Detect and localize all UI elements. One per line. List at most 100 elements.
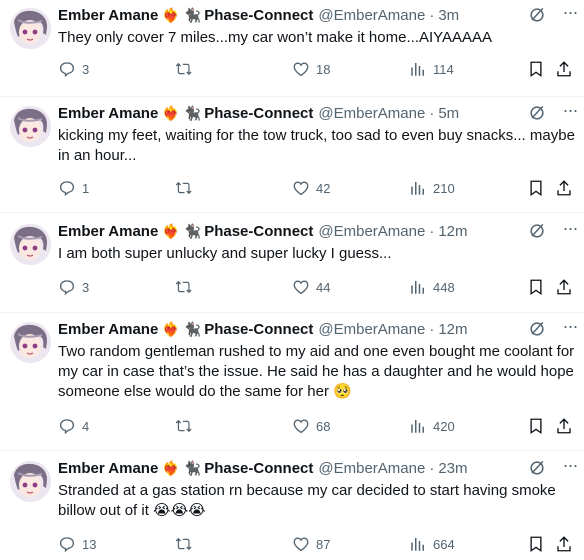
retweet-button[interactable] bbox=[175, 278, 193, 296]
heart-on-fire-icon: ❤️‍🔥 bbox=[162, 105, 180, 121]
bookmark-button[interactable] bbox=[527, 278, 545, 296]
bookmark-button[interactable] bbox=[527, 417, 545, 435]
like-button[interactable]: 68 bbox=[292, 417, 330, 435]
timestamp[interactable]: 5m bbox=[438, 105, 459, 122]
tweet-actions: 4 68 420 bbox=[0, 417, 584, 437]
display-name[interactable]: Ember Amane bbox=[58, 105, 158, 122]
affiliation[interactable]: Phase-Connect bbox=[204, 460, 313, 477]
user-handle[interactable]: @EmberAmane bbox=[318, 7, 425, 24]
views-button[interactable]: 664 bbox=[409, 535, 455, 553]
user-handle[interactable]: @EmberAmane bbox=[318, 321, 425, 338]
tweet[interactable]: Ember Amane ❤️‍🔥 🐈‍⬛ Phase-Connect @EmberAma… bbox=[0, 456, 584, 557]
like-button[interactable]: 18 bbox=[292, 60, 330, 78]
affiliation[interactable]: Phase-Connect bbox=[204, 7, 313, 24]
bookmark-icon bbox=[527, 417, 545, 435]
reply-button[interactable]: 3 bbox=[58, 278, 89, 296]
views-count: 420 bbox=[433, 418, 455, 434]
views-button[interactable]: 448 bbox=[409, 278, 455, 296]
user-handle[interactable]: @EmberAmane bbox=[318, 460, 425, 477]
avatar[interactable] bbox=[10, 224, 51, 265]
more-icon[interactable]: ··· bbox=[560, 219, 580, 240]
black-cat-icon: 🐈‍⬛ bbox=[183, 460, 202, 476]
more-icon[interactable]: ··· bbox=[560, 101, 580, 122]
user-handle[interactable]: @EmberAmane bbox=[318, 223, 425, 240]
views-button[interactable]: 420 bbox=[409, 417, 455, 435]
like-button[interactable]: 42 bbox=[292, 179, 330, 197]
user-handle[interactable]: @EmberAmane bbox=[318, 105, 425, 122]
grok-icon[interactable] bbox=[527, 319, 547, 339]
reply-button[interactable]: 3 bbox=[58, 60, 89, 78]
retweet-button[interactable] bbox=[175, 179, 193, 197]
share-button[interactable] bbox=[555, 179, 573, 197]
retweet-button[interactable] bbox=[175, 60, 193, 78]
black-cat-icon: 🐈‍⬛ bbox=[183, 321, 202, 337]
avatar[interactable] bbox=[10, 322, 51, 363]
tweet-actions: 13 87 664 bbox=[0, 535, 584, 555]
avatar[interactable] bbox=[10, 106, 51, 147]
like-button[interactable]: 44 bbox=[292, 278, 330, 296]
share-button[interactable] bbox=[555, 417, 573, 435]
tweet[interactable]: Ember Amane ❤️‍🔥 🐈‍⬛ Phase-Connect @EmberAma… bbox=[0, 317, 584, 435]
views-count: 210 bbox=[433, 180, 455, 196]
views-icon bbox=[409, 417, 427, 435]
display-name[interactable]: Ember Amane bbox=[58, 7, 158, 24]
reply-button[interactable]: 13 bbox=[58, 535, 96, 553]
tweet-header: Ember Amane ❤️‍🔥 🐈‍⬛ Phase-Connect @EmberAma… bbox=[58, 4, 459, 26]
share-icon bbox=[555, 417, 573, 435]
black-cat-icon: 🐈‍⬛ bbox=[183, 7, 202, 23]
share-button[interactable] bbox=[555, 278, 573, 296]
black-cat-icon: 🐈‍⬛ bbox=[183, 105, 202, 121]
likes-count: 18 bbox=[316, 61, 331, 77]
share-icon bbox=[555, 278, 573, 296]
display-name[interactable]: Ember Amane bbox=[58, 223, 158, 240]
reply-button[interactable]: 4 bbox=[58, 417, 89, 435]
grok-icon[interactable] bbox=[527, 221, 547, 241]
bookmark-button[interactable] bbox=[527, 535, 545, 553]
grok-icon[interactable] bbox=[527, 103, 547, 123]
retweet-button[interactable] bbox=[175, 535, 193, 553]
more-icon[interactable]: ··· bbox=[560, 317, 580, 338]
grok-icon[interactable] bbox=[527, 458, 547, 478]
tweet-text: I am both super unlucky and super lucky … bbox=[58, 245, 392, 262]
affiliation[interactable]: Phase-Connect bbox=[204, 321, 313, 338]
like-icon bbox=[292, 278, 310, 296]
tweet-actions: 3 18 114 bbox=[0, 60, 584, 80]
views-count: 114 bbox=[433, 61, 454, 77]
like-icon bbox=[292, 179, 310, 197]
timestamp[interactable]: 23m bbox=[438, 460, 467, 477]
tweet[interactable]: Ember Amane ❤️‍🔥 🐈‍⬛ Phase-Connect @EmberAma… bbox=[0, 101, 584, 202]
avatar[interactable] bbox=[10, 461, 51, 502]
retweet-button[interactable] bbox=[175, 417, 193, 435]
more-icon[interactable]: ··· bbox=[560, 3, 580, 24]
views-button[interactable]: 114 bbox=[409, 60, 454, 78]
like-button[interactable]: 87 bbox=[292, 535, 330, 553]
bookmark-icon bbox=[527, 535, 545, 553]
timestamp[interactable]: 12m bbox=[438, 223, 467, 240]
display-name[interactable]: Ember Amane bbox=[58, 321, 158, 338]
views-count: 448 bbox=[433, 279, 455, 295]
bookmark-icon bbox=[527, 278, 545, 296]
reply-icon bbox=[58, 179, 76, 197]
views-button[interactable]: 210 bbox=[409, 179, 455, 197]
reply-button[interactable]: 1 bbox=[58, 179, 89, 197]
tweet[interactable]: Ember Amane ❤️‍🔥 🐈‍⬛ Phase-Connect @EmberAma… bbox=[0, 219, 584, 320]
like-icon bbox=[292, 417, 310, 435]
share-button[interactable] bbox=[555, 535, 573, 553]
replies-count: 4 bbox=[82, 418, 90, 434]
more-icon[interactable]: ··· bbox=[560, 456, 580, 477]
replies-count: 1 bbox=[82, 180, 90, 196]
grok-icon[interactable] bbox=[527, 5, 547, 25]
bookmark-button[interactable] bbox=[527, 60, 545, 78]
tweet-text: They only cover 7 miles...my car won’t m… bbox=[58, 29, 493, 46]
views-icon bbox=[409, 535, 427, 553]
share-button[interactable] bbox=[555, 60, 573, 78]
display-name[interactable]: Ember Amane bbox=[58, 460, 158, 477]
tweet[interactable]: Ember Amane ❤️‍🔥 🐈‍⬛ Phase-Connect @EmberAma… bbox=[0, 3, 584, 104]
affiliation[interactable]: Phase-Connect bbox=[204, 223, 313, 240]
affiliation[interactable]: Phase-Connect bbox=[204, 105, 313, 122]
bookmark-button[interactable] bbox=[527, 179, 545, 197]
divider bbox=[0, 96, 584, 97]
avatar[interactable] bbox=[10, 8, 51, 49]
timestamp[interactable]: 12m bbox=[438, 321, 467, 338]
timestamp[interactable]: 3m bbox=[438, 7, 459, 24]
